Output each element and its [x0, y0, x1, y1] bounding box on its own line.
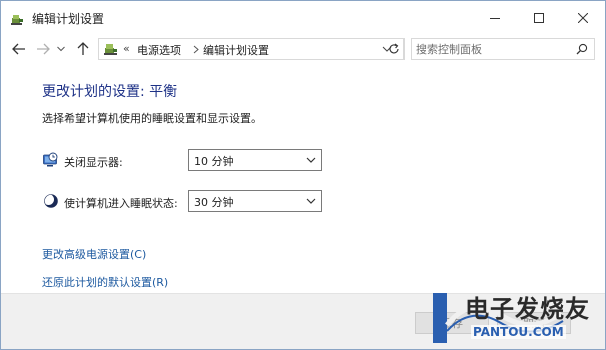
turn-off-display-select[interactable]: 10 分钟	[188, 149, 322, 171]
minimize-button[interactable]	[473, 1, 517, 35]
sleep-value: 30 分钟	[194, 196, 234, 209]
watermark-text: 电子发烧友	[465, 295, 590, 323]
address-bar[interactable]: « 电源选项 编辑计划设置	[98, 38, 404, 60]
search-icon[interactable]	[576, 43, 588, 55]
edit-plan-window: 编辑计划设置 « 电源选项 编辑计划设置 搜索控制面板 更改计划的设置: 平衡 …	[0, 0, 606, 350]
restore-defaults-link[interactable]: 还原此计划的默认设置(R)	[42, 274, 168, 290]
title-bar: 编辑计划设置	[1, 1, 605, 35]
close-button[interactable]	[561, 1, 605, 35]
maximize-icon	[534, 13, 544, 23]
power-options-icon	[104, 44, 117, 55]
power-options-icon	[11, 15, 23, 25]
search-input[interactable]	[416, 41, 566, 57]
sleep-select[interactable]: 30 分钟	[188, 190, 322, 212]
breadcrumb-separator: «	[123, 42, 130, 55]
sleep-moon-icon	[43, 194, 58, 208]
chevron-right-icon	[193, 45, 199, 54]
watermark-subtext: PANTOU.COM	[471, 325, 566, 339]
navigation-bar: « 电源选项 编辑计划设置	[1, 35, 605, 65]
turn-off-display-label: 关闭显示器:	[64, 156, 123, 169]
close-icon	[578, 13, 588, 23]
forward-button[interactable]	[33, 39, 53, 59]
change-advanced-settings-link[interactable]: 更改高级电源设置(C)	[42, 246, 146, 262]
refresh-icon	[389, 43, 399, 54]
maximize-button[interactable]	[517, 1, 561, 35]
recent-locations-button[interactable]	[55, 39, 67, 59]
watermark-logo: 电子发烧友 PANTOU.COM	[431, 285, 605, 349]
page-title: 更改计划的设置: 平衡	[42, 84, 178, 100]
arrow-up-icon	[77, 42, 89, 55]
turn-off-display-value: 10 分钟	[194, 155, 234, 168]
display-clock-icon	[43, 152, 58, 167]
breadcrumb-power-options[interactable]: 电源选项	[137, 42, 181, 58]
page-subtitle: 选择希望计算机使用的睡眠设置和显示设置。	[42, 112, 262, 125]
minimize-icon	[490, 18, 500, 19]
arrow-right-icon	[37, 43, 50, 55]
chevron-down-icon	[57, 46, 65, 52]
window-title: 编辑计划设置	[32, 12, 105, 26]
up-button[interactable]	[73, 39, 93, 59]
search-box[interactable]	[411, 38, 595, 60]
refresh-button[interactable]	[383, 38, 405, 60]
arrow-left-icon	[12, 43, 25, 55]
chevron-down-icon	[306, 198, 316, 204]
chevron-down-icon	[306, 157, 316, 163]
back-button[interactable]	[9, 39, 29, 59]
sleep-label: 使计算机进入睡眠状态:	[64, 197, 178, 210]
breadcrumb-edit-plan[interactable]: 编辑计划设置	[203, 42, 269, 58]
